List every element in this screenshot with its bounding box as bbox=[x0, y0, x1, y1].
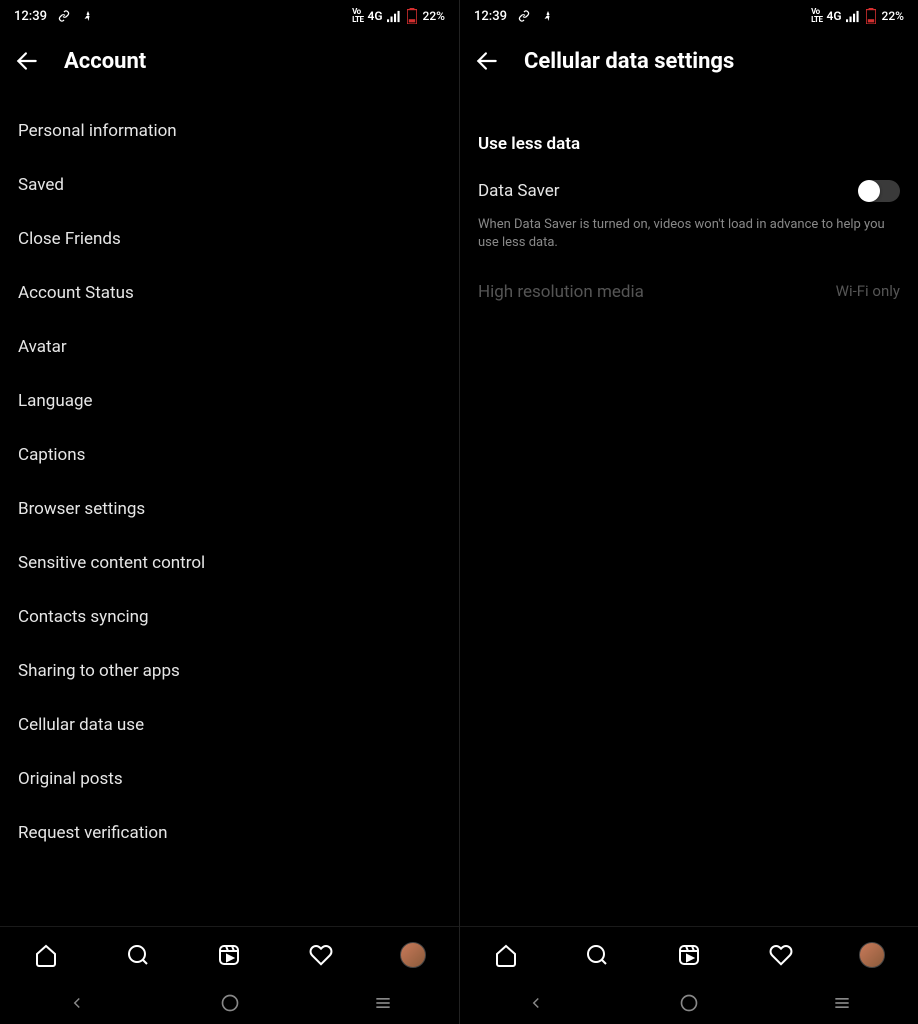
menu-close-friends[interactable]: Close Friends bbox=[0, 212, 459, 266]
menu-sensitive-content[interactable]: Sensitive content control bbox=[0, 536, 459, 590]
nav-home-icon[interactable] bbox=[493, 942, 519, 968]
menu-avatar[interactable]: Avatar bbox=[0, 320, 459, 374]
lte-icon: VoLTE bbox=[352, 8, 363, 24]
high-resolution-row[interactable]: High resolution media Wi-Fi only bbox=[460, 270, 918, 314]
page-title: Account bbox=[64, 49, 146, 74]
system-nav bbox=[0, 982, 459, 1024]
status-time: 12:39 bbox=[14, 9, 47, 24]
back-button[interactable] bbox=[14, 48, 40, 74]
link-icon bbox=[57, 9, 71, 23]
back-button[interactable] bbox=[474, 48, 500, 74]
toggle-label: Data Saver bbox=[478, 181, 560, 201]
data-saver-description: When Data Saver is turned on, videos won… bbox=[460, 208, 918, 270]
sys-recent-button[interactable] bbox=[831, 992, 853, 1014]
status-bar: 12:39 VoLTE 4G 22% bbox=[460, 0, 918, 28]
nav-activity-icon[interactable] bbox=[308, 942, 334, 968]
menu-sharing-apps[interactable]: Sharing to other apps bbox=[0, 644, 459, 698]
nav-reels-icon[interactable] bbox=[676, 942, 702, 968]
menu-language[interactable]: Language bbox=[0, 374, 459, 428]
cellular-settings: Use less data Data Saver When Data Saver… bbox=[460, 94, 918, 926]
sys-recent-button[interactable] bbox=[372, 992, 394, 1014]
menu-contacts-syncing[interactable]: Contacts syncing bbox=[0, 590, 459, 644]
avatar bbox=[400, 942, 426, 968]
system-nav bbox=[460, 982, 918, 1024]
network-type: 4G bbox=[826, 9, 841, 23]
battery-icon bbox=[405, 9, 419, 23]
menu-captions[interactable]: Captions bbox=[0, 428, 459, 482]
signal-icon bbox=[387, 9, 401, 23]
nav-home-icon[interactable] bbox=[33, 942, 59, 968]
nav-activity-icon[interactable] bbox=[768, 942, 794, 968]
nav-search-icon[interactable] bbox=[584, 942, 610, 968]
bottom-nav bbox=[0, 926, 459, 982]
status-bar: 12:39 VoLTE 4G 22% bbox=[0, 0, 459, 28]
toggle-knob bbox=[858, 180, 880, 202]
data-saver-row: Data Saver bbox=[460, 164, 918, 208]
menu-cellular-data[interactable]: Cellular data use bbox=[0, 698, 459, 752]
phone-left: 12:39 VoLTE 4G 22% Account Personal bbox=[0, 0, 459, 1024]
header: Cellular data settings bbox=[460, 28, 918, 94]
link-icon bbox=[517, 9, 531, 23]
phone-right: 12:39 VoLTE 4G 22% Cellular data setting… bbox=[459, 0, 918, 1024]
sub-label: High resolution media bbox=[478, 282, 644, 302]
account-menu: Personal information Saved Close Friends… bbox=[0, 94, 459, 926]
signal-icon bbox=[846, 9, 860, 23]
menu-request-verification[interactable]: Request verification bbox=[0, 806, 459, 860]
sys-home-button[interactable] bbox=[219, 992, 241, 1014]
status-time: 12:39 bbox=[474, 9, 507, 24]
sys-back-button[interactable] bbox=[66, 992, 88, 1014]
menu-account-status[interactable]: Account Status bbox=[0, 266, 459, 320]
menu-saved[interactable]: Saved bbox=[0, 158, 459, 212]
header: Account bbox=[0, 28, 459, 94]
lte-icon: VoLTE bbox=[811, 8, 822, 24]
network-type: 4G bbox=[367, 9, 382, 23]
nav-search-icon[interactable] bbox=[125, 942, 151, 968]
nav-profile-avatar[interactable] bbox=[400, 942, 426, 968]
data-saver-toggle[interactable] bbox=[860, 180, 900, 202]
page-title: Cellular data settings bbox=[524, 49, 734, 74]
sys-home-button[interactable] bbox=[678, 992, 700, 1014]
sub-value: Wi-Fi only bbox=[836, 282, 900, 302]
menu-personal-information[interactable]: Personal information bbox=[0, 104, 459, 158]
rocket-icon bbox=[541, 9, 555, 23]
menu-original-posts[interactable]: Original posts bbox=[0, 752, 459, 806]
rocket-icon bbox=[81, 9, 95, 23]
battery-icon bbox=[864, 9, 878, 23]
sys-back-button[interactable] bbox=[525, 992, 547, 1014]
nav-profile-avatar[interactable] bbox=[859, 942, 885, 968]
nav-reels-icon[interactable] bbox=[216, 942, 242, 968]
section-title: Use less data bbox=[460, 104, 918, 164]
bottom-nav bbox=[460, 926, 918, 982]
avatar bbox=[859, 942, 885, 968]
menu-browser-settings[interactable]: Browser settings bbox=[0, 482, 459, 536]
battery-percent: 22% bbox=[423, 9, 445, 23]
battery-percent: 22% bbox=[882, 9, 904, 23]
